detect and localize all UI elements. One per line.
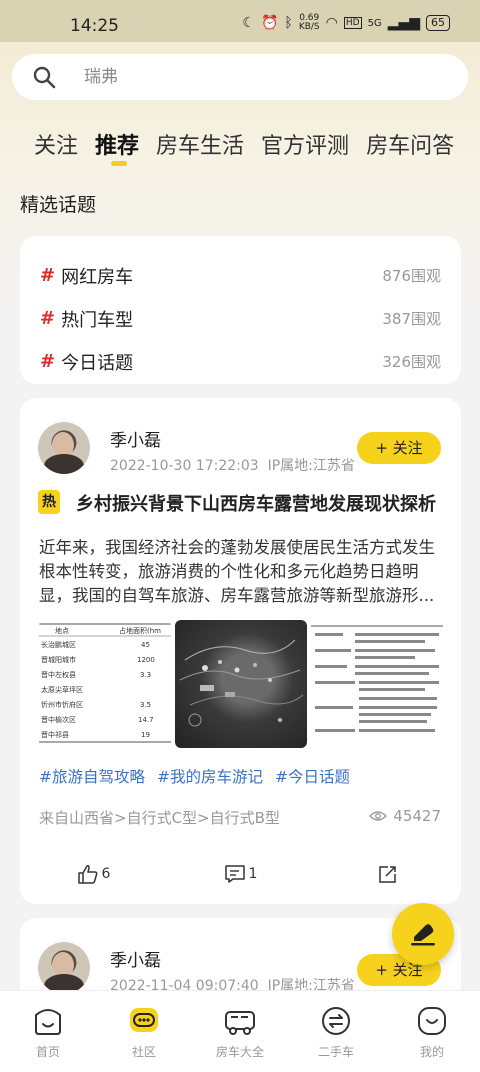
svg-text:占地面积(hm: 占地面积(hm [119, 626, 161, 635]
search-bar[interactable] [12, 54, 468, 100]
post-actions: 6 1 [20, 864, 461, 884]
topic-count: 387围观 [382, 310, 441, 328]
compose-fab[interactable] [392, 903, 454, 965]
hot-badge: 热 [38, 490, 60, 514]
tab-rv-qa[interactable]: 房车问答 [366, 128, 454, 160]
table-image: 地点 占地面积(hm 长治鹏城区 45 晋城阳城市 1200 晋中左权县 3.3… [39, 623, 171, 743]
topic-name: 热门车型 [61, 309, 134, 331]
hash-icon: # [40, 265, 56, 286]
home-icon [35, 1009, 61, 1035]
nav-profile[interactable]: 我的 [384, 991, 480, 1072]
svg-text:晋城阳城市: 晋城阳城市 [41, 655, 76, 664]
post-body[interactable]: 近年来，我国经济社会的蓬勃发展使居民生活方式发生根本性转变，旅游消费的个性化和多… [39, 536, 444, 608]
hash-icon: # [40, 351, 56, 372]
status-time: 14:25 [70, 16, 119, 36]
category-tabs: 关注 推荐 房车生活 官方评测 房车问答 [34, 128, 454, 166]
like-button[interactable]: 6 [20, 864, 167, 884]
hash-icon: # [40, 308, 56, 329]
tab-official-review[interactable]: 官方评测 [261, 128, 349, 160]
document-image [311, 625, 443, 732]
network-speed: 0.69 KB/S [298, 13, 320, 32]
search-input[interactable] [84, 65, 444, 89]
topic-item[interactable]: # 热门车型 387围观 [20, 297, 461, 340]
profile-icon [418, 1007, 446, 1035]
svg-text:45: 45 [141, 641, 150, 649]
svg-text:太原尖草坪区: 太原尖草坪区 [41, 685, 83, 694]
view-count: 45427 [369, 807, 441, 825]
topic-count: 876围观 [382, 267, 441, 285]
tag-link[interactable]: #今日话题 [275, 765, 350, 787]
tag-link[interactable]: #旅游自驾攻略 [39, 765, 145, 787]
thumbs-up-icon [77, 865, 97, 884]
nav-community[interactable]: 社区 [96, 991, 192, 1072]
nav-home[interactable]: 首页 [0, 991, 96, 1072]
svg-text:忻州市忻府区: 忻州市忻府区 [41, 700, 83, 709]
topic-item[interactable]: # 今日话题 326围观 [20, 340, 461, 383]
svg-text:3.5: 3.5 [140, 701, 151, 709]
active-tab-indicator [111, 161, 128, 166]
aerial-photo [179, 639, 304, 727]
topic-name: 网红房车 [61, 266, 134, 288]
svg-text:19: 19 [141, 731, 150, 739]
follow-button[interactable]: + 关注 [357, 432, 441, 464]
post-card[interactable]: 季小磊 2022-10-30 17:22:03 IP属地:江苏省 + 关注 热 … [20, 398, 461, 904]
signal-icon: ▂▄▆ [387, 15, 420, 31]
battery-icon: 65 [426, 15, 450, 31]
alarm-icon: ⏰ [260, 15, 279, 31]
post-title[interactable]: 乡村振兴背景下山西房车露营地发展现状探析 [76, 490, 436, 516]
nav-used-cars[interactable]: 二手车 [288, 991, 384, 1072]
wifi-icon: ◠ [325, 15, 338, 31]
post-image-table[interactable]: 地点 占地面积(hm 长治鹏城区 45 晋城阳城市 1200 晋中左权县 3.3… [39, 620, 171, 748]
post-tags: #旅游自驾攻略 #我的房车游记 #今日话题 [39, 765, 350, 787]
rv-icon [225, 1011, 255, 1035]
share-icon [378, 866, 396, 883]
tag-link[interactable]: #我的房车游记 [157, 765, 263, 787]
tab-following[interactable]: 关注 [34, 128, 78, 160]
topic-name: 今日话题 [61, 352, 134, 374]
svg-text:长治鹏城区: 长治鹏城区 [41, 640, 76, 649]
status-bar: 14:25 ☾ ⏰ ᛒ 0.69 KB/S ◠ HD 5G ▂▄▆ 65 [0, 0, 480, 42]
avatar[interactable] [38, 422, 90, 474]
signal-label: 5G [367, 17, 382, 29]
author-name[interactable]: 季小磊 [110, 426, 161, 451]
tab-recommended[interactable]: 推荐 [95, 128, 139, 166]
svg-text:晋中祁县: 晋中祁县 [41, 730, 69, 739]
author-name[interactable]: 季小磊 [110, 946, 161, 971]
community-icon [130, 1008, 158, 1032]
topic-item[interactable]: # 网红房车 876围观 [20, 254, 461, 297]
svg-text:3.3: 3.3 [140, 671, 151, 679]
exchange-icon [322, 1007, 350, 1035]
post-source[interactable]: 来自山西省>自行式C型>自行式B型 [39, 807, 280, 828]
moon-icon: ☾ [242, 15, 255, 31]
comment-button[interactable]: 1 [167, 864, 314, 884]
search-icon [33, 66, 56, 89]
svg-text:14.7: 14.7 [138, 716, 154, 724]
status-icons: ☾ ⏰ ᛒ 0.69 KB/S ◠ HD 5G ▂▄▆ 65 [242, 14, 450, 32]
post-images: 地点 占地面积(hm 长治鹏城区 45 晋城阳城市 1200 晋中左权县 3.3… [39, 620, 443, 748]
eye-icon [369, 811, 388, 821]
share-button[interactable] [314, 864, 461, 884]
post-meta: 2022-10-30 17:22:03 IP属地:江苏省 [110, 458, 355, 474]
svg-text:晋中榆次区: 晋中榆次区 [41, 715, 76, 724]
featured-topics-title: 精选话题 [20, 194, 97, 216]
comment-icon [224, 865, 245, 883]
avatar[interactable] [38, 942, 90, 994]
topic-count: 326围观 [382, 353, 441, 371]
bluetooth-icon: ᛒ [284, 15, 293, 31]
featured-topics-card: # 网红房车 876围观 # 热门车型 387围观 # 今日话题 326围观 [20, 236, 461, 384]
post-image-aerial-map[interactable] [175, 620, 307, 748]
hd-badge: HD [343, 17, 362, 29]
svg-text:地点: 地点 [55, 626, 69, 635]
post-image-document[interactable] [311, 620, 443, 748]
svg-text:1200: 1200 [137, 656, 155, 664]
compose-icon [411, 924, 435, 946]
nav-rv-catalog[interactable]: 房车大全 [192, 991, 288, 1072]
svg-text:晋中左权县: 晋中左权县 [41, 670, 76, 679]
tab-rv-life[interactable]: 房车生活 [156, 128, 244, 160]
bottom-nav: 首页 社区 房车大全 二手车 我的 [0, 990, 480, 1072]
